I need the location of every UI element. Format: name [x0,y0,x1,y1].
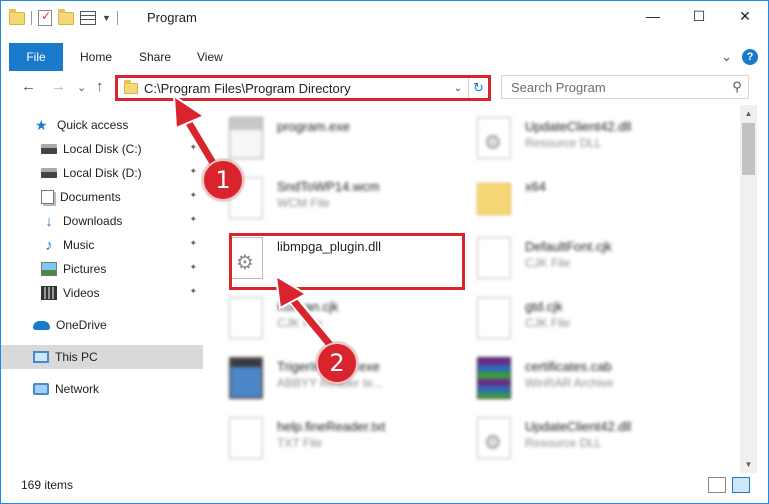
step-1-callout: 1 [202,159,244,201]
annotation-arrows [172,94,342,358]
step-2-callout: 2 [316,342,358,384]
arrow-1-head [172,94,207,130]
